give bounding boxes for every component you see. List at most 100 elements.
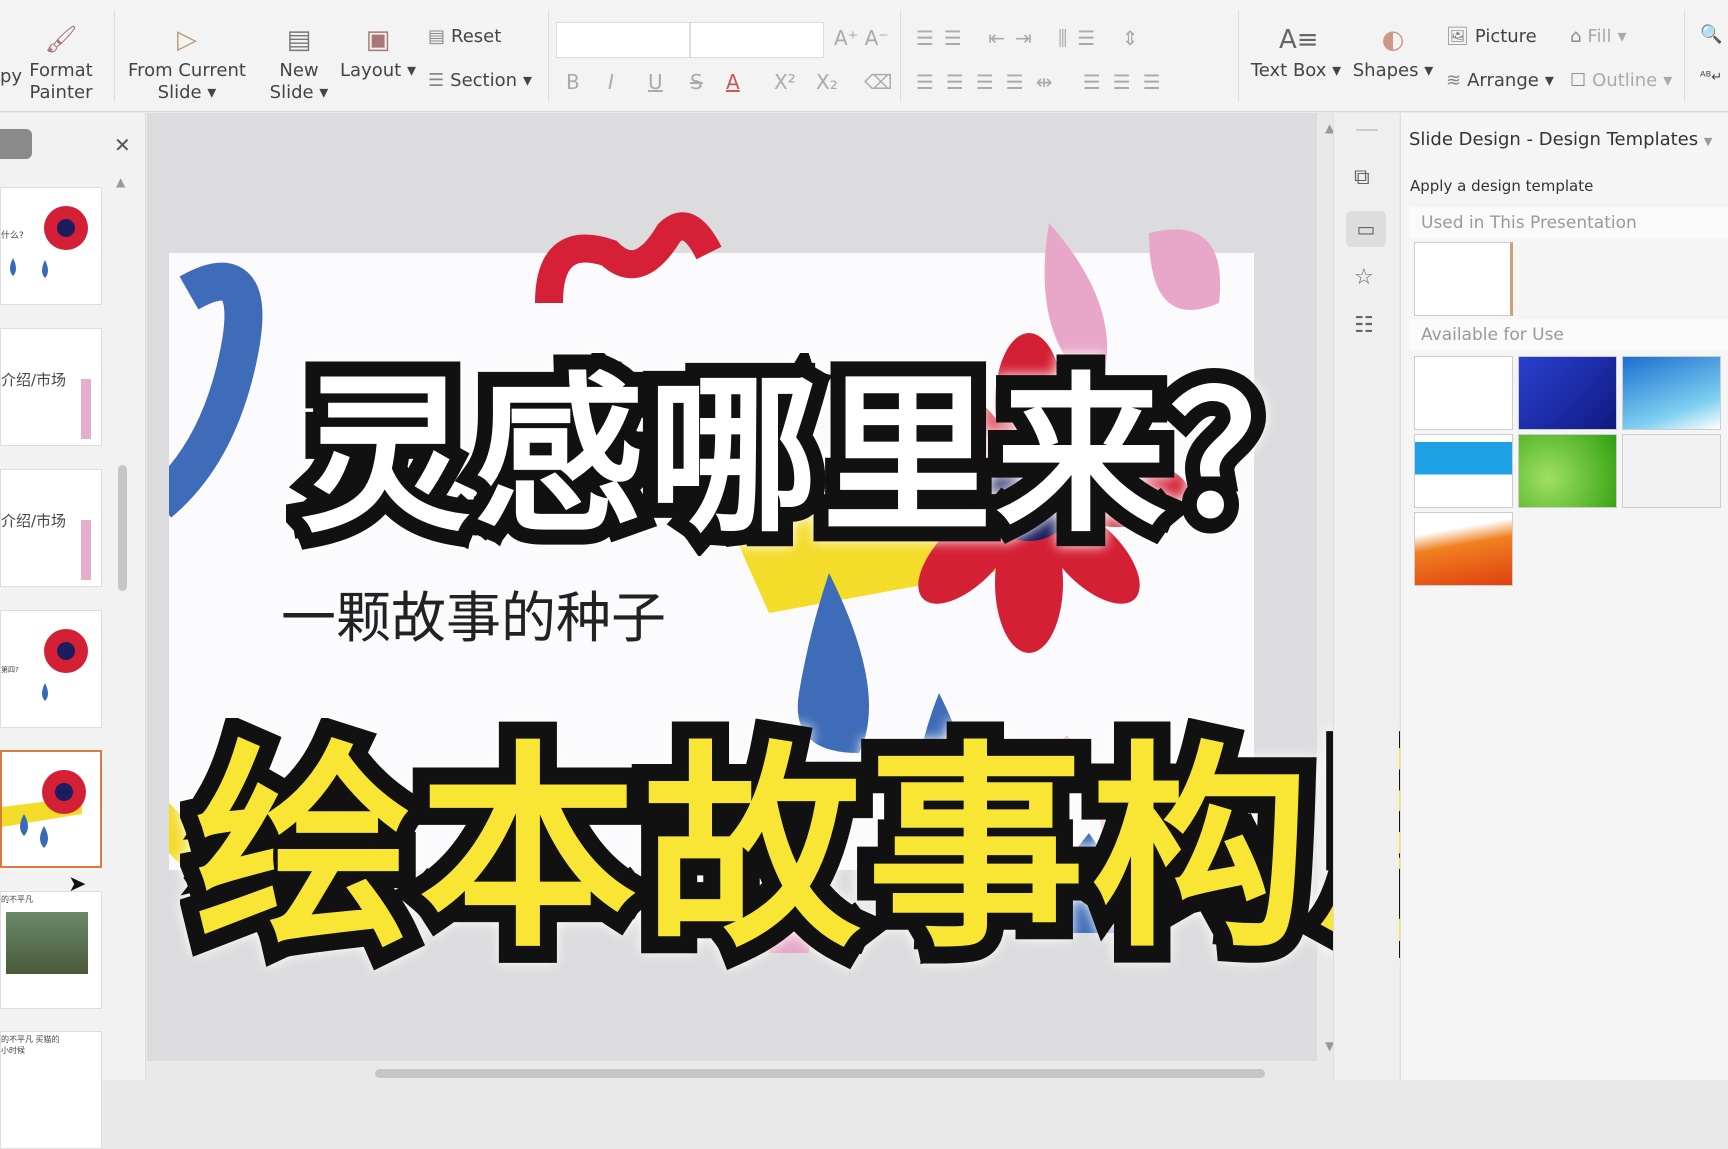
thumbnail-text: 介绍/市场 [1,371,67,389]
font-name-select[interactable] [556,22,690,58]
shapes-icon: ◐ [1381,25,1405,55]
section-label: Section [450,70,518,91]
slide-title[interactable]: 灵感哪里来？ [285,318,1355,571]
picture-button[interactable]: 🖼 Picture [1446,26,1537,47]
horizontal-scrollbar[interactable] [375,1069,1265,1078]
reset-button[interactable]: ▤ Reset [428,26,501,47]
arrange-button[interactable]: ≋ Arrange ▾ [1446,70,1554,91]
layers-icon: ≋ [1446,70,1462,91]
reset-label: Reset [451,26,502,47]
play-icon: ▷ [177,25,197,55]
shapes-button[interactable]: ◐ Shapes ▾ [1352,24,1434,82]
copy-button[interactable]: py [0,66,22,88]
slide-thumbnail-4[interactable]: 第四? [0,610,102,728]
slide-subtitle[interactable]: 一颗故事的种子 [281,573,666,653]
italic-button[interactable]: I [608,70,614,94]
clear-format-button[interactable]: ⌫ [864,70,892,94]
red-squiggle-shape [535,212,722,304]
close-icon[interactable]: ✕ [114,133,131,157]
thumbnail-text: 的不平凡 [1,895,33,904]
text-box-icon: A≡ [1279,25,1319,55]
outline-icon: ☐ [1570,70,1587,91]
thumbnail-image [6,912,88,974]
thumbnail-text: 什么? [1,231,24,241]
from-current-slide-button[interactable]: ▷ From Current Slide ▾ [124,24,250,104]
text-box-button[interactable]: A≡ Text Box ▾ [1248,24,1344,82]
picture-icon: 🖼 [1446,26,1469,47]
alignment-tools-icon[interactable]: ☰☰☰☰⇹ ☰☰☰ [916,70,1173,94]
strikethrough-button[interactable]: S [690,70,703,94]
cactus-decoration [81,379,91,439]
format-painter-button[interactable]: 🖌 Format Painter [26,24,96,104]
blue-arc-shape [169,262,263,518]
fill-label: Fill [1587,26,1612,47]
reset-icon: ▤ [428,26,446,47]
available-section-header: Available for Use [1409,319,1728,351]
design-templates-panel: Slide Design - Design Templates ▼ Apply … [1400,113,1728,1080]
from-current-slide-label: From Current Slide [128,60,246,103]
animation-star-icon[interactable]: ☆ [1354,265,1374,290]
cactus-decoration [81,520,91,580]
layout-label: Layout [340,60,402,81]
new-slide-label: New Slide [269,60,319,103]
superscript-button[interactable]: X² [774,70,796,94]
slide-thumbnail-2[interactable]: 介绍/市场 [0,328,102,446]
font-color-button[interactable]: A [726,70,740,94]
thumbnail-text: 第四? [1,666,19,674]
section-icon: ☰ [428,70,445,91]
thumbnail-text: 的不平凡 买猫的小时候 [1,1035,60,1055]
template-green[interactable] [1518,434,1617,508]
new-slide-button[interactable]: ▤ New Slide ▾ [268,24,330,104]
apply-template-label: Apply a design template [1410,177,1594,195]
used-section-header: Used in This Presentation [1409,207,1728,239]
paragraph-tools-icon[interactable]: ☰☰ ⇤⇥ ⫼☰ ⇕ [916,26,1148,50]
template-orange[interactable] [1414,512,1513,586]
template-blue-dark[interactable] [1518,356,1617,430]
panel-title-dropdown[interactable]: Slide Design - Design Templates ▼ [1409,129,1712,150]
slide-thumbnail-5-selected[interactable] [0,750,102,868]
outline-button[interactable]: ☐ Outline ▾ [1570,70,1672,91]
slide-design-icon[interactable]: ▭ [1346,211,1386,247]
slide-thumbnail-6[interactable]: 的不平凡 [0,891,102,1009]
template-gears[interactable] [1622,434,1721,508]
flower-decoration [10,206,88,278]
fill-button[interactable]: ⌂ Fill ▾ [1570,26,1627,47]
paintbrush-icon: 🖌 [44,25,78,55]
bold-button[interactable]: B [566,70,580,94]
scroll-up-icon[interactable]: ▲ [116,175,125,189]
chevron-down-icon: ▼ [1703,135,1713,148]
section-button[interactable]: ☰ Section ▾ [428,70,532,91]
new-slide-icon: ▤ [286,25,312,55]
subscript-button[interactable]: X₂ [816,70,838,94]
fill-icon: ⌂ [1570,26,1582,47]
slide-thumbnail-3[interactable]: 介绍/市场 [0,469,102,587]
layout-button[interactable]: ▣ Layout ▾ [340,24,416,82]
template-blue-wave[interactable] [1622,356,1721,430]
panel-title: Slide Design - Design Templates [1409,129,1699,150]
underline-button[interactable]: U [648,70,663,94]
search-icon[interactable]: 🔍 [1700,24,1722,45]
arrange-label: Arrange [1467,70,1539,91]
replace-icon[interactable]: ᴬᴮ↵ [1700,70,1722,85]
format-painter-label: Format Painter [29,60,93,103]
text-box-label: Text Box [1250,60,1327,81]
slide-transition-icon[interactable]: ⧉ [1354,165,1370,190]
mouse-cursor-icon: ➤ [68,872,87,897]
picture-label: Picture [1474,26,1537,47]
slides-view-toggle[interactable] [0,129,32,159]
slide-thumbnail-7[interactable]: 的不平凡 买猫的小时候 [0,1031,102,1149]
increase-font-icon[interactable]: A⁺ A⁻ [834,26,889,50]
thumbnail-text: 介绍/市场 [1,512,67,530]
copy-label: py [0,66,23,87]
used-template-thumbnail[interactable] [1414,242,1513,316]
settings-sliders-icon[interactable]: ☷ [1354,313,1374,338]
template-blue-banner[interactable] [1414,434,1513,508]
drag-handle[interactable] [1356,129,1378,131]
slide-thumbnail-1[interactable]: 什么? [0,187,102,305]
template-blank[interactable] [1414,356,1513,430]
thumbnail-scrollbar[interactable] [118,465,127,591]
outline-label: Outline [1592,70,1658,91]
font-size-select[interactable] [690,22,824,58]
task-pane-icon-strip: ⧉ ▭ ☆ ☷ [1333,113,1399,1080]
ribbon-toolbar: py 🖌 Format Painter ▷ From Current Slide ▾… [0,0,1728,112]
